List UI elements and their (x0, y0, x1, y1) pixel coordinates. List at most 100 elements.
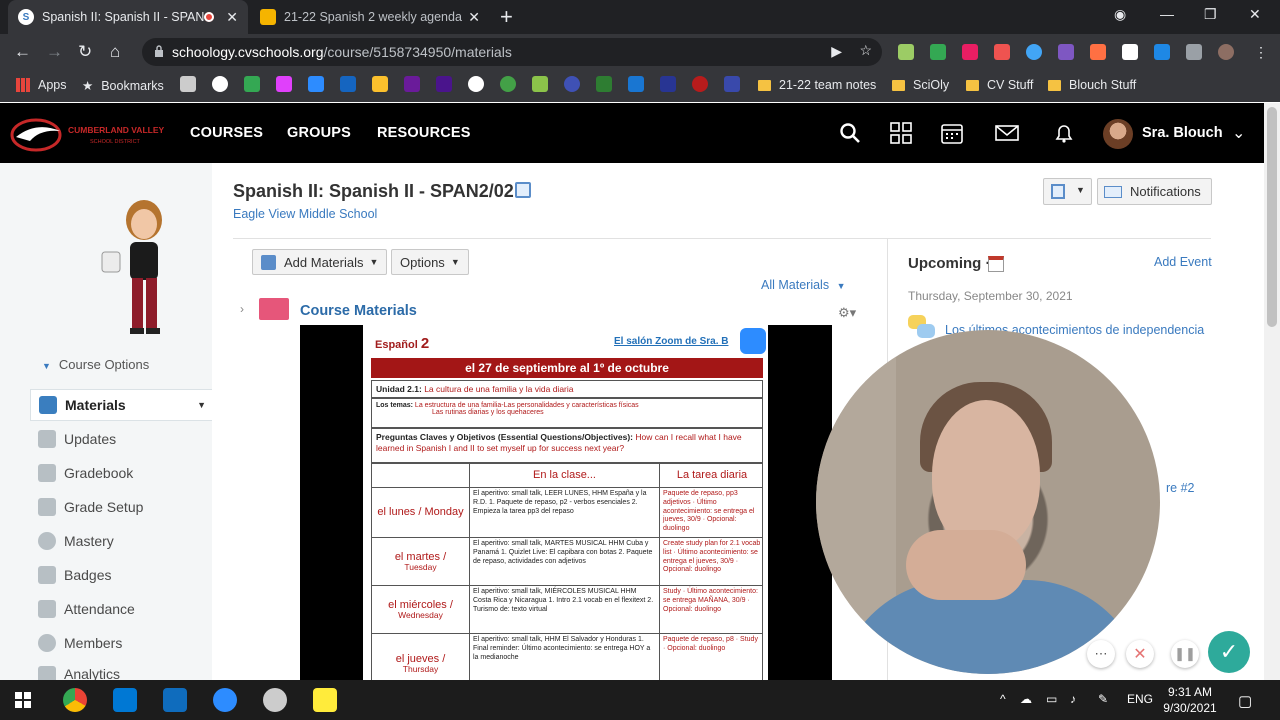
new-tab-icon[interactable]: + (500, 4, 513, 30)
address-bar[interactable]: schoology.cvschools.org/course/515873495… (142, 38, 882, 66)
bookmark-icon[interactable] (628, 76, 644, 92)
onedrive-icon[interactable]: ☁ (1020, 692, 1032, 706)
close-tab-icon[interactable]: ✕ (468, 9, 480, 26)
bookmark-icon[interactable] (436, 76, 452, 92)
caret-down-icon[interactable]: ▼ (197, 400, 206, 410)
bookmark-folder[interactable]: Blouch Stuff (1048, 78, 1136, 92)
notifications-bell-icon[interactable] (1052, 121, 1076, 145)
bookmark-icon[interactable] (596, 76, 612, 92)
volume-icon[interactable]: ♪ (1070, 692, 1076, 706)
pause-icon[interactable]: ❚❚ (1171, 640, 1199, 668)
sidebar-item-updates[interactable]: Updates (30, 423, 212, 455)
extension-icon[interactable] (930, 44, 946, 60)
menu-icon[interactable]: ⋮ (1254, 44, 1270, 60)
google-bookmark-icon[interactable] (468, 76, 484, 92)
forward-icon[interactable]: → (46, 42, 63, 62)
messages-icon[interactable] (995, 121, 1019, 145)
scrollbar-thumb[interactable] (1267, 107, 1277, 327)
tab-agenda[interactable]: 21-22 Spanish 2 weekly agenda ( ✕ (250, 0, 490, 34)
bookmark-icon[interactable] (276, 76, 292, 92)
all-materials-filter[interactable]: All Materials ▼ (761, 278, 845, 292)
bookmark-icon[interactable] (660, 76, 676, 92)
home-icon[interactable]: ⌂ (110, 42, 120, 62)
paint-icon[interactable] (263, 688, 287, 712)
extension-icon[interactable] (962, 44, 978, 60)
school-link[interactable]: Eagle View Middle School (233, 207, 377, 221)
zoom-bookmark-icon[interactable] (308, 76, 324, 92)
camera-icon[interactable]: ▶ (831, 43, 842, 60)
profile-avatar-icon[interactable] (1218, 44, 1234, 60)
extension-icon[interactable] (1122, 44, 1138, 60)
bookmark-icon[interactable] (692, 76, 708, 92)
pen-icon[interactable]: ✎ (1098, 692, 1108, 706)
add-materials-button[interactable]: Add Materials ▼ (252, 249, 388, 275)
input-language[interactable]: ENG (1127, 692, 1153, 706)
bookmark-icon[interactable] (340, 76, 356, 92)
upcoming-event-link[interactable]: re #2 (1166, 481, 1195, 495)
bookmarks-item[interactable]: ★ Bookmarks (82, 78, 164, 94)
profile-menu-icon[interactable]: ◉ (1114, 6, 1126, 23)
extension-icon[interactable] (1058, 44, 1074, 60)
bookmark-icon[interactable] (532, 76, 548, 92)
page-scrollbar[interactable] (1264, 103, 1280, 680)
sidebar-item-mastery[interactable]: Mastery (30, 525, 212, 557)
nav-groups[interactable]: GROUPS (287, 125, 351, 141)
gmail-bookmark-icon[interactable] (180, 76, 196, 92)
bookmark-icon[interactable] (724, 76, 740, 92)
drive-bookmark-icon[interactable] (244, 76, 260, 92)
add-event-link[interactable]: Add Event (1154, 255, 1212, 269)
outlook-icon[interactable] (163, 688, 187, 712)
chevron-right-icon[interactable]: › (240, 302, 244, 316)
user-name[interactable]: Sra. Blouch (1142, 125, 1223, 141)
sidebar-item-gradebook[interactable]: Gradebook (30, 457, 212, 489)
options-button[interactable]: Options ▼ (391, 249, 469, 275)
bookmark-star-icon[interactable]: ☆ (859, 42, 872, 59)
calendar-icon[interactable] (988, 256, 1004, 272)
course-materials-folder[interactable]: Course Materials (300, 303, 417, 319)
extension-icon[interactable] (1154, 44, 1170, 60)
chevron-down-icon[interactable]: ⌄ (1232, 123, 1245, 143)
puzzle-icon[interactable] (1186, 44, 1202, 60)
zoom-taskbar-icon[interactable] (213, 688, 237, 712)
bookmark-folder[interactable]: SciOly (892, 78, 949, 92)
nav-resources[interactable]: RESOURCES (377, 125, 471, 141)
back-icon[interactable]: ← (14, 42, 31, 62)
zoom-link[interactable]: El salón Zoom de Sra. B (614, 336, 728, 347)
more-options-icon[interactable]: ⋯ (1087, 640, 1115, 668)
sidebar-item-badges[interactable]: Badges (30, 559, 212, 591)
sticky-notes-icon[interactable] (313, 688, 337, 712)
search-icon[interactable] (838, 121, 862, 145)
sidebar-item-grade-setup[interactable]: Grade Setup (30, 491, 212, 523)
tray-chevron-up-icon[interactable]: ^ (1000, 692, 1006, 706)
bookmark-icon[interactable] (500, 76, 516, 92)
battery-icon[interactable]: ▭ (1046, 692, 1057, 706)
reload-icon[interactable]: ↻ (78, 42, 92, 62)
cancel-recording-icon[interactable]: ✕ (1126, 640, 1154, 668)
windows-start-icon[interactable] (15, 692, 31, 708)
webcam-bubble[interactable] (816, 330, 1160, 674)
zoom-video-icon[interactable] (740, 328, 766, 354)
close-window-icon[interactable]: ✕ (1249, 6, 1261, 23)
gear-icon[interactable]: ⚙▾ (838, 305, 856, 321)
apps-grid-icon[interactable] (889, 121, 913, 145)
extension-icon[interactable] (1026, 44, 1042, 60)
bookmark-icon[interactable] (372, 76, 388, 92)
bookmark-icon[interactable] (564, 76, 580, 92)
course-options-toggle[interactable]: ▼ Course Options (42, 357, 149, 372)
user-avatar[interactable] (1103, 119, 1133, 149)
bookmark-icon[interactable] (404, 76, 420, 92)
maximize-icon[interactable]: ❐ (1204, 6, 1217, 23)
sidebar-item-materials[interactable]: Materials ▼ (30, 389, 212, 421)
file-explorer-icon[interactable] (113, 688, 137, 712)
calendar-icon[interactable] (940, 121, 964, 145)
course-info-icon[interactable] (515, 182, 531, 198)
district-logo[interactable]: CUMBERLAND VALLEY SCHOOL DISTRICT (10, 117, 168, 153)
clock[interactable]: 9:31 AM 9/30/2021 (1160, 684, 1220, 716)
tab-schoology[interactable]: S Spanish II: Spanish II - SPAN ✕ (8, 0, 248, 34)
finish-recording-button[interactable]: ✓ (1208, 631, 1250, 673)
extension-icon[interactable] (994, 44, 1010, 60)
schoology-bookmark-icon[interactable] (212, 76, 228, 92)
bookmark-folder[interactable]: 21-22 team notes (758, 78, 876, 92)
nav-courses[interactable]: COURSES (190, 125, 263, 141)
extension-icon[interactable] (1090, 44, 1106, 60)
